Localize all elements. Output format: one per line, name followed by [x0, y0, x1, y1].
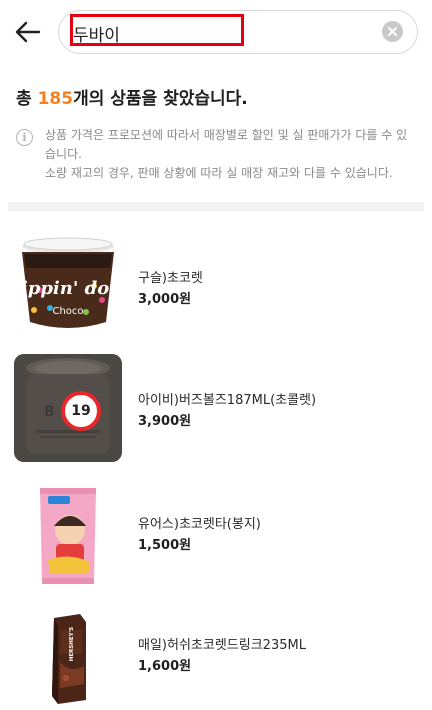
notice-line-2: 소량 재고의 경우, 판매 상황에 따라 실 매장 재고와 다를 수 있습니다. — [45, 166, 393, 180]
result-count-prefix: 총 — [16, 89, 38, 109]
info-icon: i — [16, 129, 33, 146]
back-button[interactable] — [12, 16, 44, 48]
product-item[interactable]: B S 19 아이비)버즈볼즈187ML(초콜렛) 3,900원 — [0, 354, 432, 464]
product-price: 1,500원 — [138, 538, 192, 553]
notice-text: 상품 가격은 프로모션에 따라서 매장별로 할인 및 실 판매가가 다를 수 있… — [45, 126, 415, 183]
product-image-brand: HERSHEY'S — [69, 627, 75, 662]
product-name: 유어스)초코렛타(봉지) — [138, 517, 261, 532]
section-divider — [8, 202, 424, 211]
clear-search-button[interactable] — [382, 21, 403, 42]
product-image: dippin' dots Choco — [14, 237, 122, 328]
product-item[interactable]: HERSHEY'S 매일)허쉬초코렛드링크235ML 1,600원 — [0, 604, 432, 710]
product-name: 아이비)버즈볼즈187ML(초콜렛) — [138, 393, 317, 408]
notice-line-1: 상품 가격은 프로모션에 따라서 매장별로 할인 및 실 판매가가 다를 수 있… — [45, 128, 408, 161]
result-count-suffix: 개의 상품을 찾았습니다. — [73, 89, 248, 109]
product-item[interactable]: dippin' dots Choco 구슬)초코렛 3,000원 — [0, 230, 432, 340]
product-price: 3,000원 — [138, 292, 192, 307]
age-restriction-badge: 19 — [61, 391, 101, 431]
search-input[interactable] — [73, 19, 373, 47]
product-price: 1,600원 — [138, 659, 192, 674]
product-image-subtext: Choco — [52, 306, 83, 317]
product-name: 구슬)초코렛 — [138, 271, 203, 286]
product-name: 매일)허쉬초코렛드링크235ML — [138, 638, 306, 653]
product-image: B S 19 — [14, 354, 122, 462]
search-box[interactable] — [58, 10, 418, 54]
product-item[interactable]: 유어스)초코렛타(봉지) 1,500원 — [0, 482, 432, 592]
product-image: HERSHEY'S — [52, 614, 86, 704]
result-count-number: 185 — [37, 89, 74, 109]
arrow-left-icon — [15, 21, 41, 43]
result-count-heading: 총 185개의 상품을 찾았습니다. — [16, 84, 248, 109]
product-price: 3,900원 — [138, 414, 192, 429]
close-icon — [388, 27, 397, 36]
product-image — [40, 488, 96, 584]
search-header — [0, 0, 432, 64]
product-image-brand: dippin' dots — [14, 278, 122, 299]
